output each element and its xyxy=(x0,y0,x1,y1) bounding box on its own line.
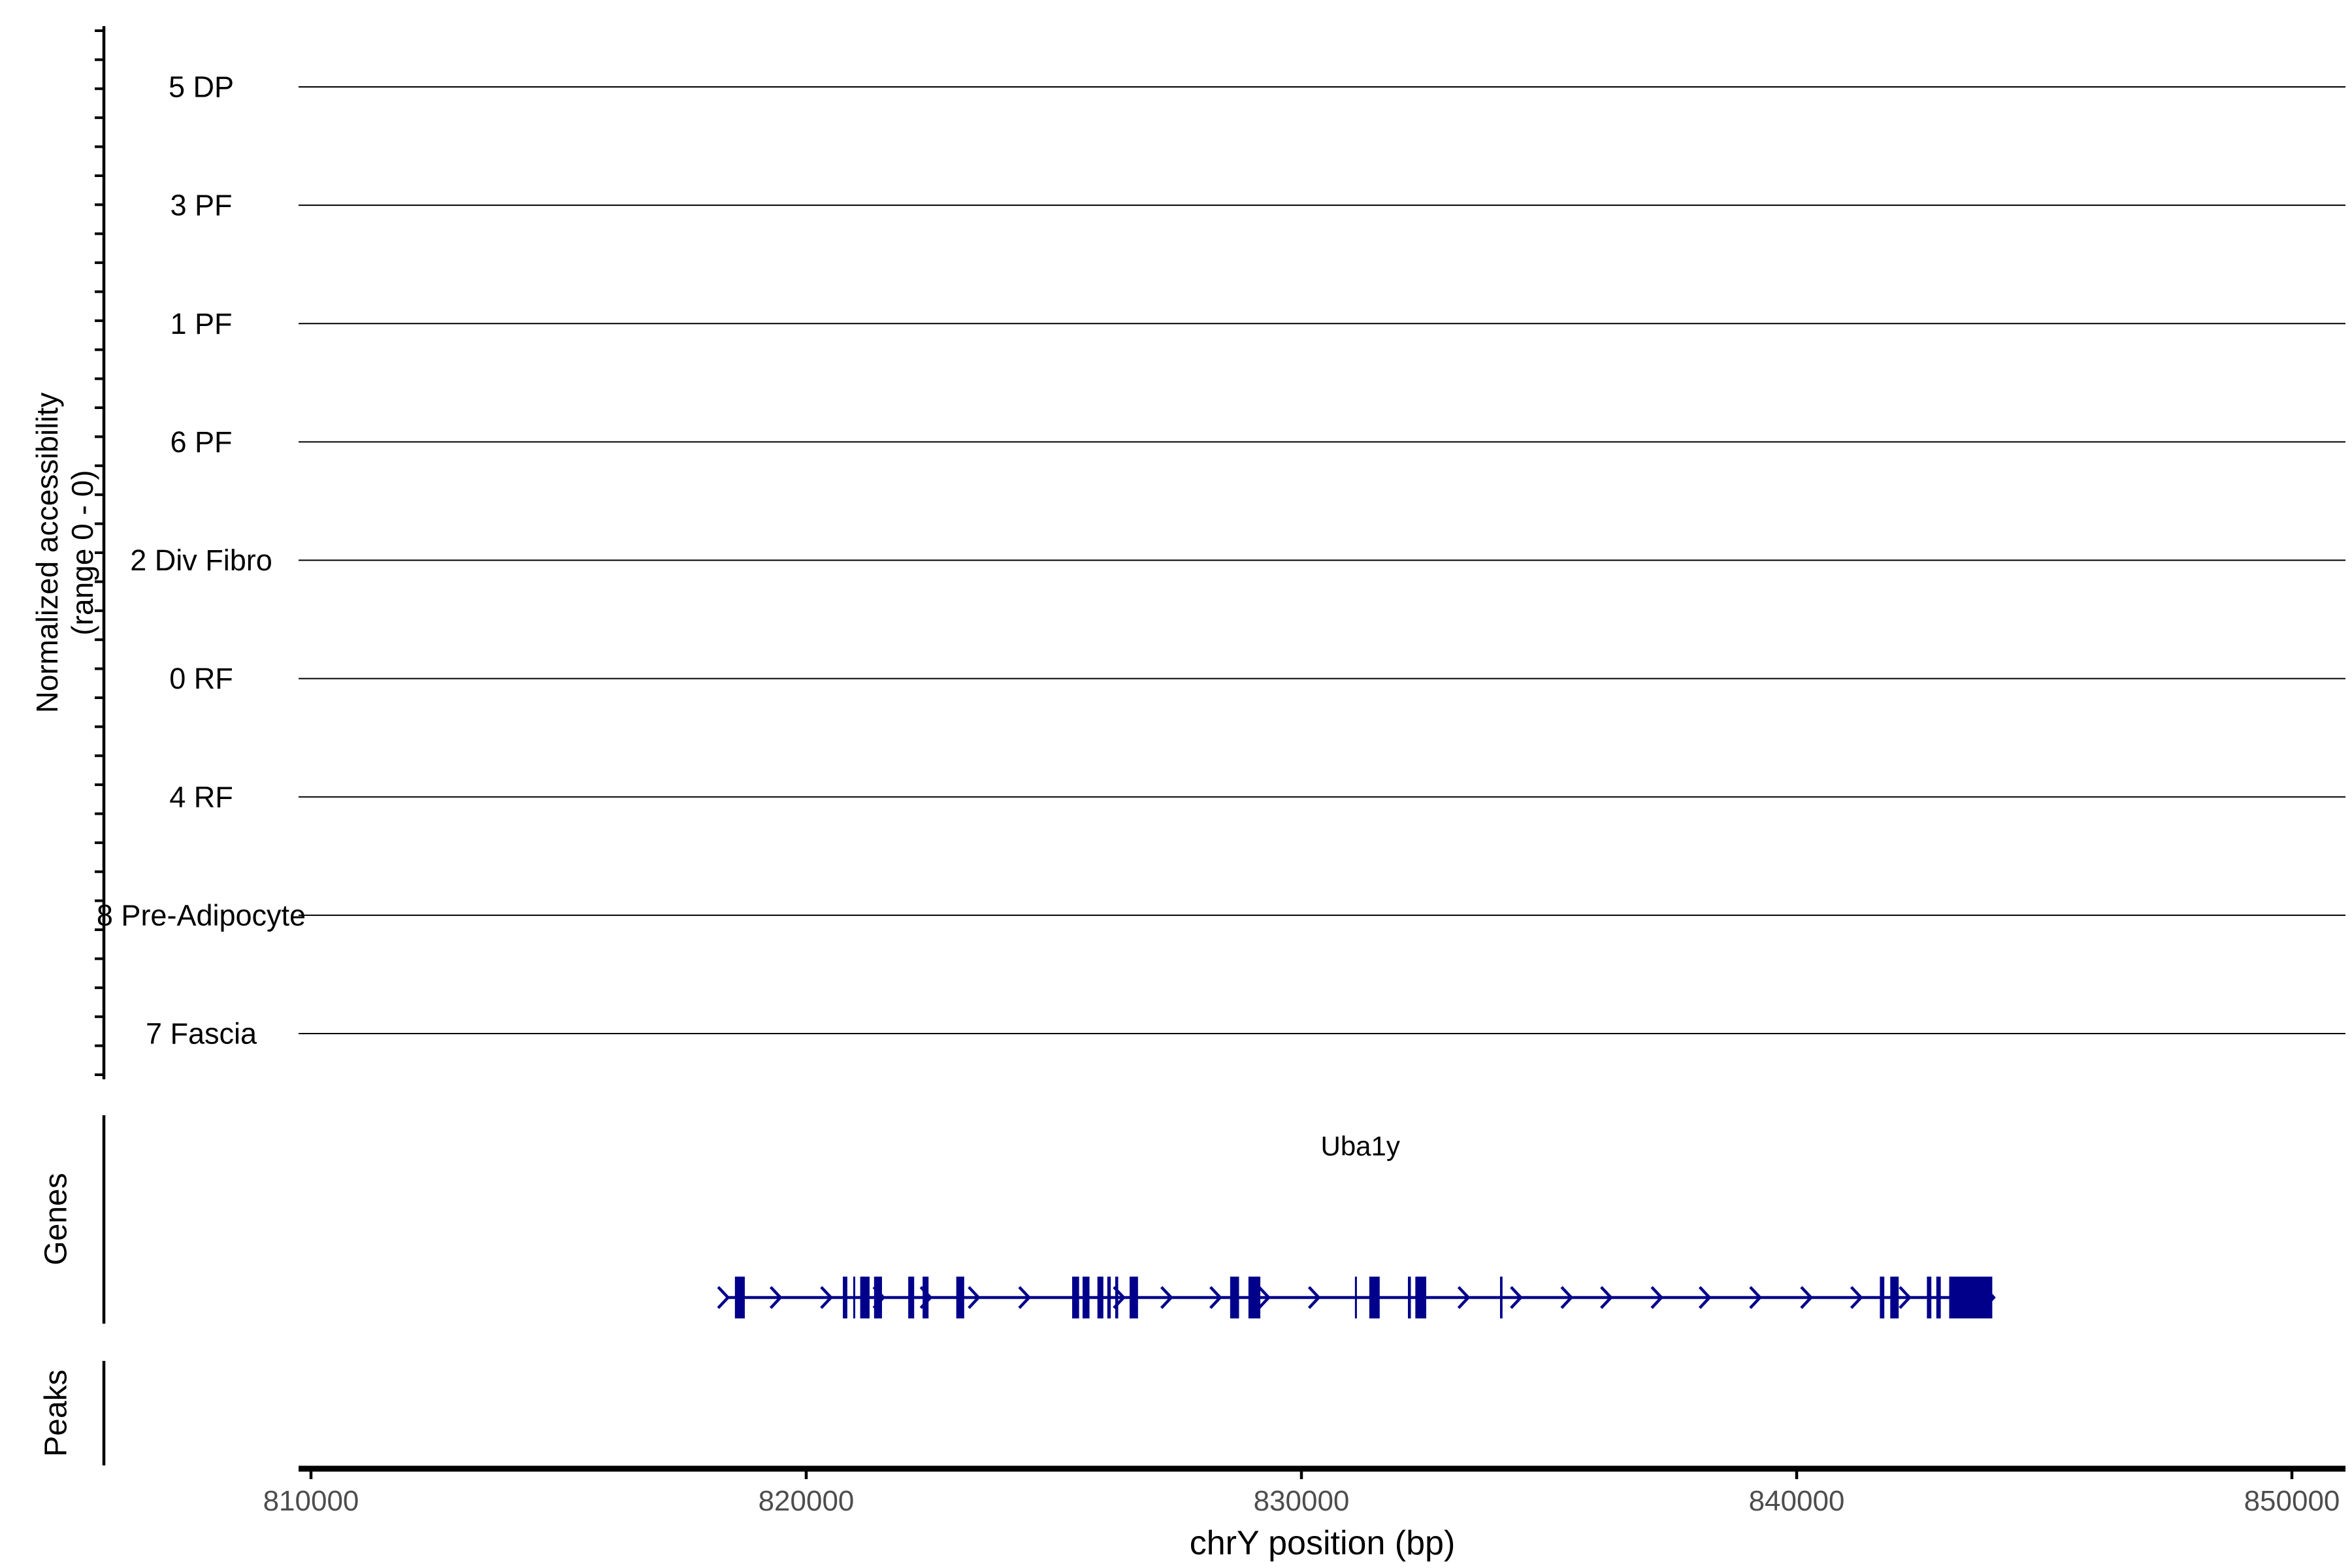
gene-name-label: Uba1y xyxy=(1320,1131,1399,1162)
coverage-plot-figure: Normalized accessibility (range 0 - 0) G… xyxy=(0,0,2352,1568)
coverage-plot-canvas: Normalized accessibility (range 0 - 0) G… xyxy=(30,26,2345,1562)
gene-exon xyxy=(1499,1277,1503,1318)
x-axis-tick-label: 810000 xyxy=(263,1485,359,1517)
genes-section-label: Genes xyxy=(39,1173,74,1265)
gene-exon xyxy=(1248,1277,1261,1318)
accessibility-tracks-group: 5 DP 3 PF 1 PF 6 PF 2 Div Fibro 0 RF 4 RF 8 Pre… xyxy=(97,71,2345,1051)
gene-exon xyxy=(1354,1277,1357,1318)
gene-exon xyxy=(923,1277,929,1318)
gene-strand-arrow xyxy=(717,1286,730,1309)
gene-model-group: Uba1y xyxy=(717,1131,1996,1318)
track-label: 4 RF xyxy=(169,780,233,813)
gene-exon xyxy=(1129,1277,1138,1318)
gene-exon xyxy=(874,1277,882,1318)
track-label: 6 PF xyxy=(170,425,232,459)
gene-exon xyxy=(1107,1277,1111,1318)
x-axis-title: chrY position (bp) xyxy=(1190,1524,1456,1562)
y-axis-title-line1: Normalized accessibility xyxy=(30,393,64,713)
peaks-section-label: Peaks xyxy=(39,1369,74,1456)
track-label: 2 Div Fibro xyxy=(130,544,272,577)
gene-exon xyxy=(1415,1277,1427,1318)
gene-exon xyxy=(734,1277,745,1318)
track-label: 1 PF xyxy=(170,307,232,340)
gene-exon xyxy=(1097,1277,1103,1318)
gene-exon xyxy=(956,1277,964,1318)
gene-exon xyxy=(843,1277,847,1318)
gene-exon xyxy=(853,1277,856,1318)
gene-exon xyxy=(1936,1277,1941,1318)
y-axis-title-line2: (range 0 - 0) xyxy=(65,470,99,635)
gene-exon xyxy=(1369,1277,1380,1318)
x-axis-tick-label: 840000 xyxy=(1749,1485,1845,1517)
gene-exon xyxy=(1082,1277,1090,1318)
gene-exon xyxy=(1115,1277,1119,1318)
x-axis-tick-label: 830000 xyxy=(1254,1485,1350,1517)
gene-exon xyxy=(860,1277,870,1318)
track-label: 0 RF xyxy=(169,662,233,695)
gene-exon xyxy=(1880,1277,1885,1318)
gene-exon xyxy=(1407,1277,1411,1318)
gene-exon xyxy=(1890,1277,1899,1318)
x-axis-tick-label: 820000 xyxy=(759,1485,855,1517)
x-axis-group: 810000 820000 830000 840000 850000 xyxy=(263,1465,2345,1517)
gene-exon xyxy=(908,1277,915,1318)
track-label: 7 Fascia xyxy=(146,1017,257,1051)
x-axis-tick-label: 850000 xyxy=(2244,1485,2340,1517)
track-label: 8 Pre-Adipocyte xyxy=(97,898,306,932)
gene-exon xyxy=(1927,1277,1932,1318)
track-label: 3 PF xyxy=(170,189,232,222)
gene-exon xyxy=(1230,1277,1239,1318)
gene-exon xyxy=(1949,1277,1993,1318)
gene-exon xyxy=(1072,1277,1079,1318)
track-label: 5 DP xyxy=(169,71,234,104)
